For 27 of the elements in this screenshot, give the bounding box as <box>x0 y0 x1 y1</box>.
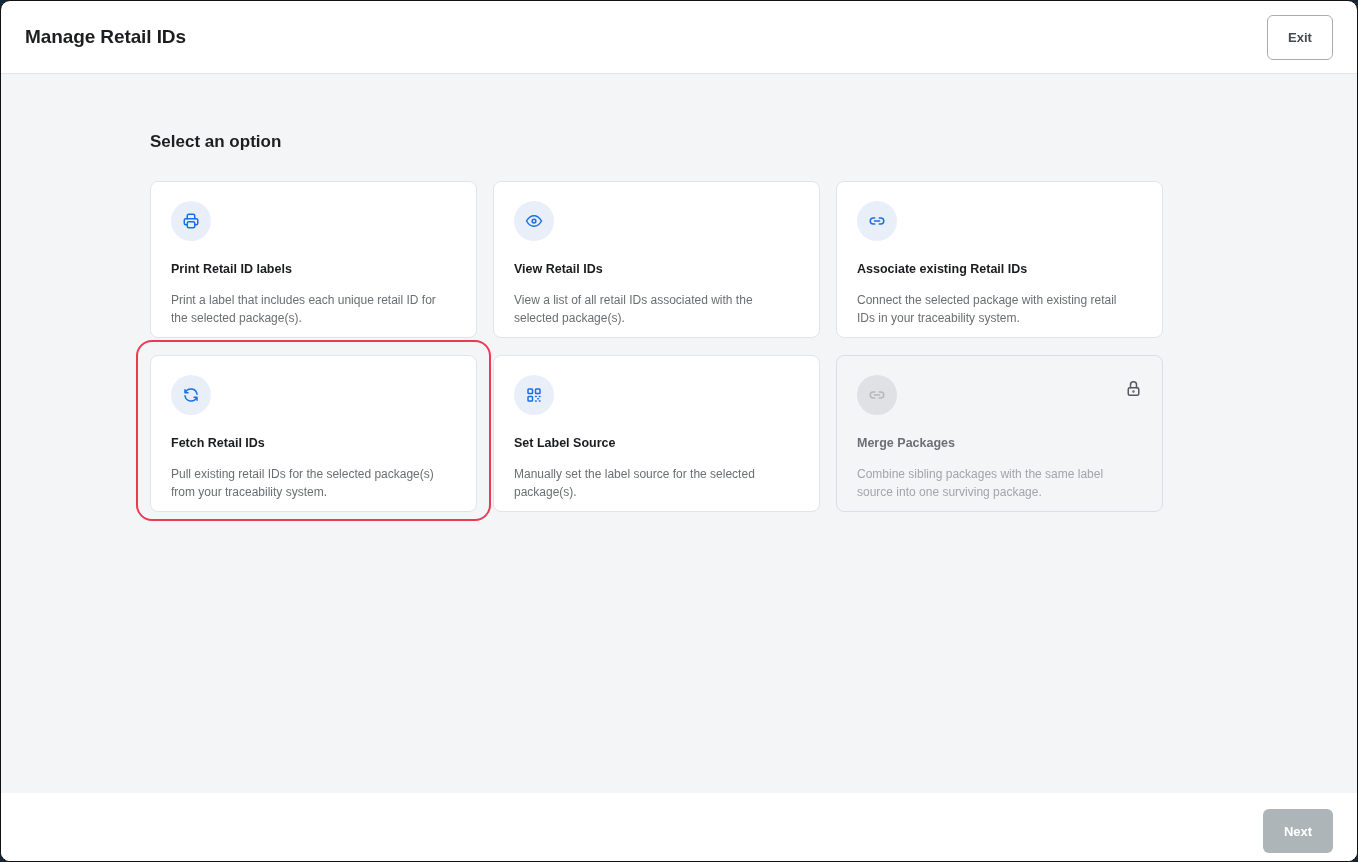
window-title: Manage Retail IDs <box>25 26 186 48</box>
link-icon <box>857 201 897 241</box>
option-description: Pull existing retail IDs for the selected package(s) from your traceability system. <box>171 466 435 501</box>
option-card[interactable]: Associate existing Retail IDs Connect the selected package with existing retail IDs in your traceability system. <box>836 181 1163 338</box>
option-title: View Retail IDs <box>514 261 603 277</box>
exit-button[interactable]: Exit <box>1267 14 1333 60</box>
option-description: Connect the selected package with existing retail IDs in your traceability system. <box>857 292 1118 327</box>
option-description: Combine sibling packages with the same label source into one surviving package. <box>857 466 1105 501</box>
option-card[interactable]: Set Label Source Manually set the label source for the selected package(s). <box>493 355 820 512</box>
refresh-icon <box>171 375 211 415</box>
option-title: Set Label Source <box>514 435 616 451</box>
option-title: Fetch Retail IDs <box>171 435 265 451</box>
option-description: Manually set the label source for the selected package(s). <box>514 466 756 501</box>
section-heading: Select an option <box>150 132 282 152</box>
option-description: View a list of all retail IDs associated with the selected package(s). <box>514 292 754 327</box>
option-description: Print a label that includes each unique retail ID for the selected package(s). <box>171 292 437 327</box>
option-title: Associate existing Retail IDs <box>857 261 1028 277</box>
eye-icon <box>514 201 554 241</box>
option-title: Print Retail ID labels <box>171 261 292 277</box>
option-title: Merge Packages <box>857 435 955 451</box>
qr-code-icon <box>514 375 554 415</box>
printer-icon <box>171 201 211 241</box>
option-card[interactable]: Fetch Retail IDs Pull existing retail IDs for the selected package(s) from your traceability system. <box>150 355 477 512</box>
lock-icon <box>1126 381 1141 396</box>
option-card[interactable]: View Retail IDs View a list of all retail IDs associated with the selected package(s). <box>493 181 820 338</box>
link-icon <box>857 375 897 415</box>
option-card[interactable]: Print Retail ID labels Print a label that includes each unique retail ID for the selected package(s). <box>150 181 477 338</box>
